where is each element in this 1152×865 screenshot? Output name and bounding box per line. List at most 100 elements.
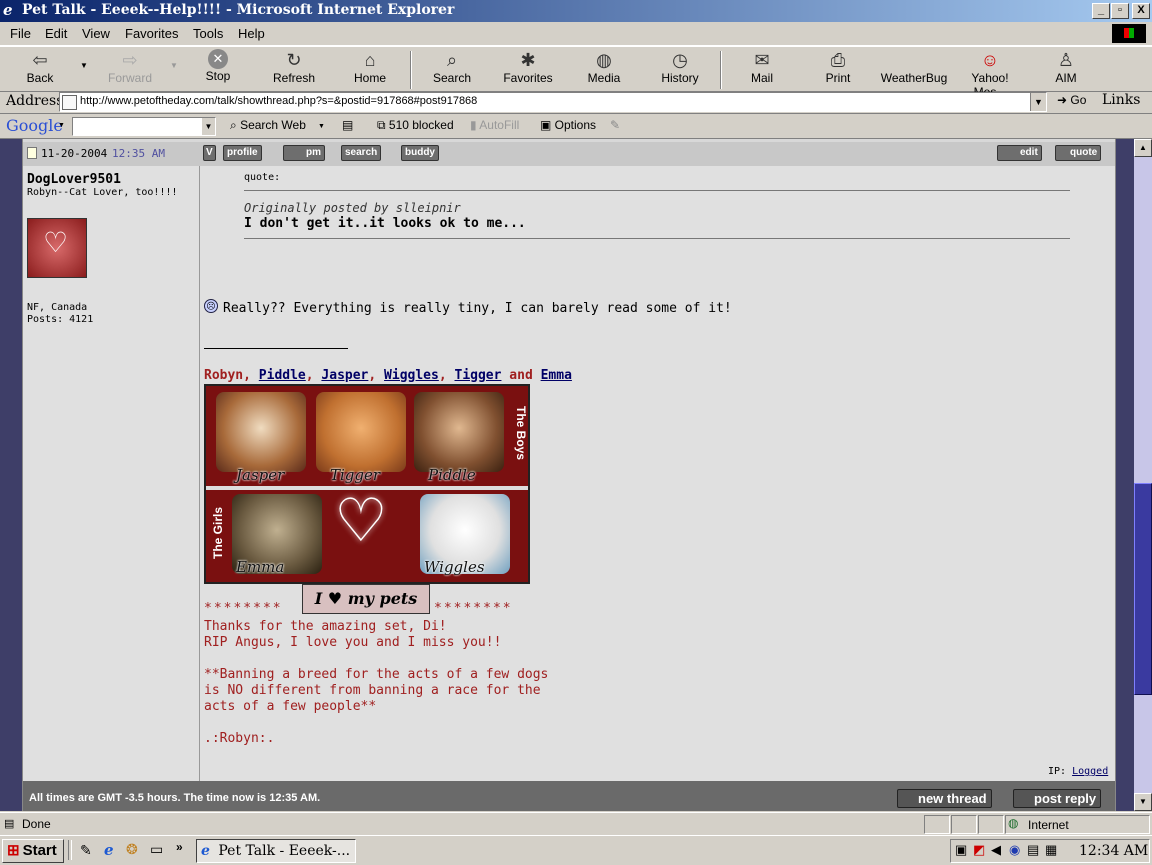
- quote-text: I don't get it..it looks ok to me...: [244, 216, 526, 231]
- profile-button[interactable]: profile: [223, 145, 262, 161]
- history-icon: ◷: [672, 50, 688, 70]
- autofill-icon: ▮: [470, 118, 480, 132]
- sig-link-wiggles[interactable]: Wiggles: [384, 368, 439, 383]
- home-button[interactable]: ⌂ Home: [346, 49, 394, 85]
- menu-favorites[interactable]: Favorites: [125, 26, 178, 41]
- scroll-up-icon[interactable]: ▲: [1134, 139, 1152, 157]
- address-input[interactable]: http://www.petoftheday.com/talk/showthre…: [59, 92, 1047, 112]
- ie-logo-icon: e: [3, 1, 13, 19]
- forward-label: Forward: [107, 71, 152, 85]
- search-button[interactable]: ⌕ Search: [428, 49, 476, 85]
- search-label: Search: [432, 71, 472, 85]
- google-search-dropdown-icon[interactable]: ▼: [202, 118, 215, 135]
- task-label: Pet Talk - Eeeek-...: [218, 843, 351, 859]
- search-user-button[interactable]: search: [341, 145, 382, 161]
- menu-file[interactable]: File: [10, 26, 31, 41]
- search-web-dropdown-icon[interactable]: ▼: [318, 123, 325, 130]
- window-title: Pet Talk - Eeeek--Help!!!! - Microsoft I…: [22, 2, 455, 18]
- status-panel: [978, 815, 1004, 834]
- google-search-input[interactable]: ▼: [72, 117, 216, 136]
- options-button[interactable]: ▣ Options: [540, 118, 596, 132]
- vertical-scrollbar[interactable]: ▲ ▼: [1134, 139, 1152, 811]
- back-label: Back: [26, 71, 54, 85]
- menu-help[interactable]: Help: [238, 26, 265, 41]
- aim-icon: ♙: [1057, 50, 1075, 70]
- forward-dropdown-icon[interactable]: ▼: [170, 61, 178, 70]
- popup-blocker-button[interactable]: ⧉ 510 blocked: [377, 118, 454, 133]
- favorites-button[interactable]: ✱ Favorites: [500, 49, 556, 85]
- ip-label: IP:: [1048, 766, 1067, 777]
- network-icon[interactable]: ▦: [1045, 842, 1057, 858]
- address-dropdown-icon[interactable]: ▼: [1030, 93, 1046, 111]
- autofill-button[interactable]: ▮ AutoFill: [470, 118, 519, 132]
- favorites-icon: ✱: [520, 50, 536, 70]
- windows-flag-icon: ⊞: [7, 842, 20, 859]
- quicklaunch-desktop-icon[interactable]: ▭: [150, 841, 163, 858]
- page-icon: [62, 95, 77, 110]
- buddy-button[interactable]: buddy: [401, 145, 439, 161]
- sig-line: [204, 715, 548, 731]
- volume-icon[interactable]: ◀: [991, 842, 1001, 858]
- pm-button[interactable]: pm: [283, 145, 325, 161]
- pet-photo-piddle: [414, 392, 504, 472]
- maximize-button[interactable]: ▫: [1111, 3, 1129, 19]
- scroll-thumb[interactable]: [1134, 483, 1152, 695]
- edit-button[interactable]: edit: [997, 145, 1042, 161]
- back-dropdown-icon[interactable]: ▼: [80, 61, 88, 70]
- links-button[interactable]: Links: [1102, 92, 1140, 108]
- aim-button[interactable]: ♙ AIM: [1046, 49, 1086, 85]
- tray-icon[interactable]: ▣: [955, 842, 967, 858]
- show-desktop-icon[interactable]: ✎: [80, 842, 92, 859]
- weatherbug-button[interactable]: WeatherBug: [880, 49, 948, 85]
- google-logo[interactable]: Google: [6, 116, 63, 135]
- back-button[interactable]: ⇦ Back: [14, 49, 66, 85]
- quote-button[interactable]: quote: [1055, 145, 1102, 161]
- menu-edit[interactable]: Edit: [45, 26, 67, 41]
- go-button[interactable]: ➜ Go: [1057, 93, 1086, 107]
- scroll-down-icon[interactable]: ▼: [1134, 793, 1152, 811]
- sig-link-jasper[interactable]: Jasper: [321, 368, 368, 383]
- sig-link-emma[interactable]: Emma: [541, 368, 572, 383]
- media-button[interactable]: ◍ Media: [582, 49, 626, 85]
- google-menu-dropdown-icon[interactable]: ▼: [58, 122, 65, 129]
- mail-button[interactable]: ✉ Mail: [740, 49, 784, 85]
- quicklaunch-messenger-icon[interactable]: ❂: [126, 841, 138, 858]
- sig-stars-left: ********: [204, 601, 283, 616]
- sig-comma: ,: [243, 368, 259, 383]
- minimize-button[interactable]: _: [1092, 3, 1110, 19]
- browser-content: 11-20-2004 12:35 AM V profile pm search …: [0, 139, 1152, 811]
- sig-link-tigger[interactable]: Tigger: [455, 368, 502, 383]
- new-thread-button[interactable]: new thread: [897, 789, 992, 808]
- sig-stars-right: ********: [434, 601, 513, 616]
- quicklaunch-overflow-icon[interactable]: »: [176, 840, 183, 854]
- post-reply-button[interactable]: post reply: [1013, 789, 1102, 808]
- stop-button[interactable]: ✕ Stop: [196, 49, 240, 83]
- tray-icon[interactable]: ◩: [973, 842, 985, 858]
- ip-logged-link[interactable]: Logged: [1072, 766, 1108, 777]
- username[interactable]: DogLover9501: [27, 172, 121, 187]
- stop-icon: ✕: [208, 49, 228, 69]
- refresh-button[interactable]: ↻ Refresh: [268, 49, 320, 85]
- tray-icon[interactable]: ◉: [1009, 842, 1020, 858]
- sig-link-piddle[interactable]: Piddle: [259, 368, 306, 383]
- menu-view[interactable]: View: [82, 26, 110, 41]
- taskbar-item-ie[interactable]: e Pet Talk - Eeeek-...: [196, 839, 356, 863]
- quicklaunch-ie-icon[interactable]: e: [104, 841, 114, 859]
- start-button[interactable]: ⊞ Start: [2, 839, 64, 863]
- tray-icon[interactable]: ▤: [1027, 842, 1039, 858]
- clock[interactable]: 12:34 AM: [1079, 843, 1148, 859]
- menu-tools[interactable]: Tools: [193, 26, 223, 41]
- history-button[interactable]: ◷ History: [656, 49, 704, 85]
- close-button[interactable]: X: [1132, 3, 1150, 19]
- the-girls-label: The Girls: [211, 506, 226, 560]
- print-button[interactable]: ⎙ Print: [816, 49, 860, 85]
- highlight-icon[interactable]: ✎: [610, 118, 620, 132]
- forward-button[interactable]: ⇨ Forward: [100, 49, 160, 85]
- post-body: quote: Originally posted by slleipnir I …: [200, 166, 1115, 781]
- news-icon[interactable]: ▤: [342, 118, 353, 132]
- search-icon: ⌕: [446, 50, 458, 70]
- view-icon[interactable]: V: [203, 145, 216, 161]
- binoculars-icon: ⌕: [230, 118, 241, 132]
- taskbar: ⊞ Start ✎ e ❂ ▭ » e Pet Talk - Eeeek-... …: [0, 835, 1152, 865]
- search-web-button[interactable]: ⌕ Search Web: [230, 118, 306, 133]
